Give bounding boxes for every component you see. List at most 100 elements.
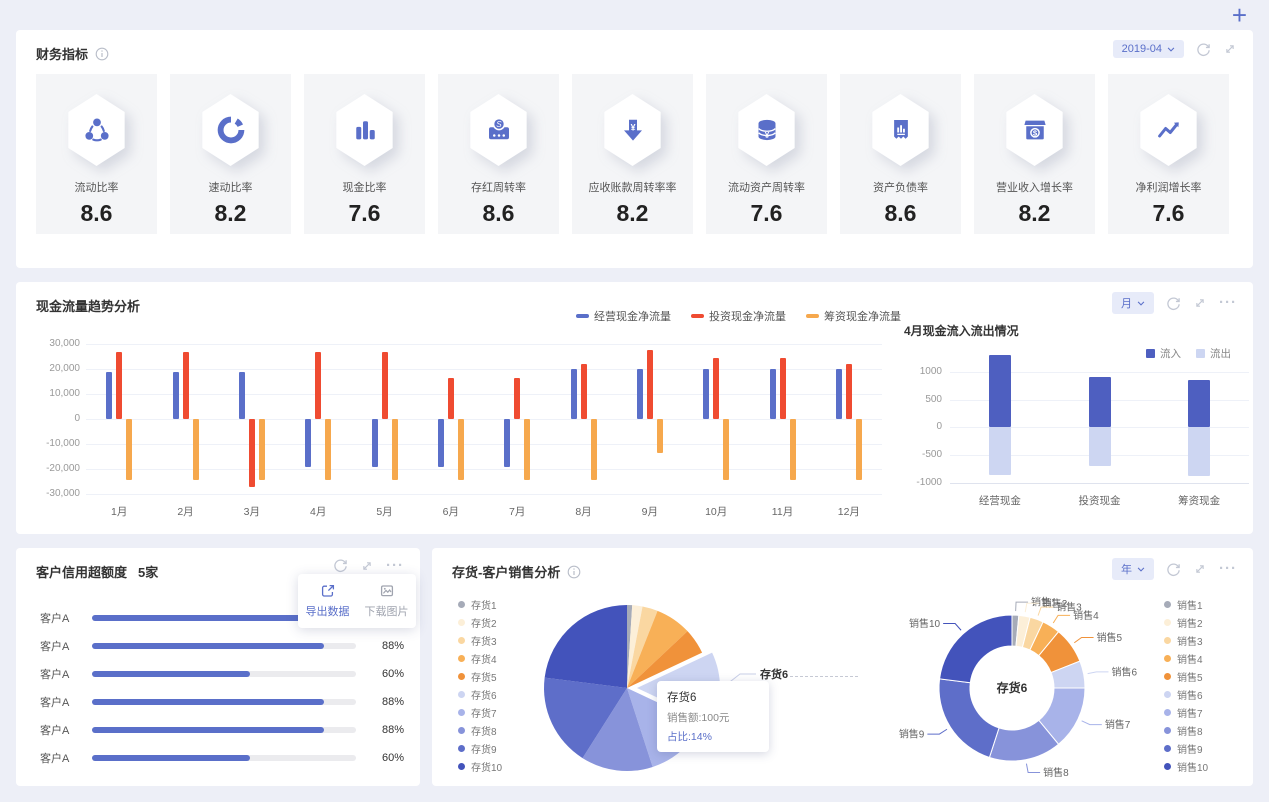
add-widget-button[interactable]: + <box>1232 0 1247 30</box>
download-image-button[interactable]: 下载图片 <box>357 574 416 628</box>
bar-segment[interactable] <box>845 364 852 419</box>
bar-segment[interactable] <box>457 419 464 481</box>
legend-item[interactable]: 存货7 <box>458 706 502 720</box>
metric-card[interactable]: 现金比率 7.6 <box>304 74 425 234</box>
legend-item[interactable]: 销售3 <box>1164 634 1208 648</box>
bar-segment[interactable] <box>779 357 786 419</box>
metric-card[interactable]: 净利润增长率 7.6 <box>1108 74 1229 234</box>
bar-segment[interactable] <box>703 369 710 419</box>
bar-segment[interactable] <box>248 419 255 487</box>
bar-segment[interactable] <box>371 419 378 467</box>
refresh-icon[interactable] <box>333 558 348 573</box>
refresh-icon[interactable] <box>1166 296 1181 311</box>
bar-segment[interactable] <box>1088 427 1111 467</box>
bar-segment[interactable] <box>172 371 179 419</box>
export-data-button[interactable]: 导出数据 <box>298 574 357 628</box>
pie-slice-销售10[interactable] <box>939 614 1013 684</box>
legend-item[interactable]: 销售5 <box>1164 670 1208 684</box>
bar-fill[interactable] <box>92 755 251 761</box>
legend-item[interactable]: 销售7 <box>1164 706 1208 720</box>
metric-card[interactable]: S 存红周转率 8.6 <box>438 74 559 234</box>
expand-icon[interactable] <box>1223 42 1237 56</box>
more-icon[interactable]: ··· <box>386 558 404 573</box>
pie-slice-销售9[interactable] <box>938 678 1000 759</box>
metric-card[interactable]: $ 营业收入增长率 8.2 <box>974 74 1095 234</box>
bar-segment[interactable] <box>855 419 862 481</box>
legend-item[interactable]: 存货8 <box>458 724 502 738</box>
bar-segment[interactable] <box>325 419 332 481</box>
bar-segment[interactable] <box>835 369 842 419</box>
refresh-icon[interactable] <box>1196 42 1211 57</box>
legend-item[interactable]: 筹资现金净流量 <box>806 308 901 324</box>
bar-segment[interactable] <box>580 364 587 419</box>
metric-card[interactable]: ¥ 应收账款周转率率 8.2 <box>572 74 693 234</box>
bar-segment[interactable] <box>258 419 265 481</box>
bar-segment[interactable] <box>116 351 123 419</box>
legend-item[interactable]: 销售2 <box>1164 616 1208 630</box>
bar-segment[interactable] <box>315 351 322 419</box>
bar-segment[interactable] <box>590 419 597 481</box>
bar-fill[interactable] <box>92 727 325 733</box>
metric-card[interactable]: 资产负债率 8.6 <box>840 74 961 234</box>
info-icon[interactable] <box>567 565 581 579</box>
bar-chart-icon <box>355 121 375 140</box>
bar-segment[interactable] <box>769 369 776 419</box>
bar-segment[interactable] <box>381 351 388 419</box>
bar-segment[interactable] <box>305 419 312 467</box>
legend-item[interactable]: 投资现金净流量 <box>691 308 786 324</box>
bar-segment[interactable] <box>192 419 199 481</box>
bar-fill[interactable] <box>92 671 251 677</box>
info-icon[interactable] <box>95 47 109 61</box>
bar-segment[interactable] <box>437 419 444 467</box>
bar-segment[interactable] <box>504 419 511 467</box>
legend-item[interactable]: 存货9 <box>458 742 502 756</box>
bar-fill[interactable] <box>92 699 325 705</box>
legend-item[interactable]: 存货6 <box>458 688 502 702</box>
more-icon[interactable]: ··· <box>1219 295 1237 310</box>
bar-segment[interactable] <box>988 427 1011 475</box>
bar-segment[interactable] <box>106 371 113 419</box>
bar-segment[interactable] <box>238 371 245 419</box>
bar-segment[interactable] <box>1088 377 1111 428</box>
legend-item[interactable]: 存货4 <box>458 652 502 666</box>
bar-fill[interactable] <box>92 643 325 649</box>
legend-item[interactable]: 存货5 <box>458 670 502 684</box>
bar-segment[interactable] <box>524 419 531 481</box>
bar-segment[interactable] <box>713 357 720 419</box>
bar-segment[interactable] <box>1188 427 1211 476</box>
bar-segment[interactable] <box>447 377 454 419</box>
legend-item[interactable]: 销售4 <box>1164 652 1208 666</box>
bar-segment[interactable] <box>514 377 521 419</box>
bar-segment[interactable] <box>656 419 663 453</box>
expand-icon[interactable] <box>1193 296 1207 310</box>
bar-segment[interactable] <box>636 369 643 419</box>
more-icon[interactable]: ··· <box>1219 561 1237 576</box>
bar-segment[interactable] <box>391 419 398 481</box>
metric-card[interactable]: 流动比率 8.6 <box>36 74 157 234</box>
legend-item[interactable]: 存货10 <box>458 760 502 774</box>
legend-item[interactable]: 存货3 <box>458 634 502 648</box>
metric-card[interactable]: ¥ 流动资产周转率 7.6 <box>706 74 827 234</box>
legend-item[interactable]: 销售10 <box>1164 760 1208 774</box>
bar-segment[interactable] <box>126 419 133 481</box>
period-selector[interactable]: 2019-04 <box>1112 40 1184 58</box>
period-selector[interactable]: 月 <box>1112 292 1154 314</box>
bar-segment[interactable] <box>570 369 577 419</box>
legend-item[interactable]: 销售6 <box>1164 688 1208 702</box>
legend-item[interactable]: 销售9 <box>1164 742 1208 756</box>
bar-segment[interactable] <box>1188 380 1211 428</box>
bar-segment[interactable] <box>182 351 189 419</box>
legend-item[interactable]: 存货1 <box>458 598 502 612</box>
legend-item[interactable]: 经营现金净流量 <box>576 308 671 324</box>
legend-item[interactable]: 销售1 <box>1164 598 1208 612</box>
expand-icon[interactable] <box>360 559 374 573</box>
bar-fill[interactable] <box>92 615 325 621</box>
bar-segment[interactable] <box>723 419 730 481</box>
bar-segment[interactable] <box>988 355 1011 428</box>
legend-item[interactable]: 存货2 <box>458 616 502 630</box>
bar-segment[interactable] <box>789 419 796 481</box>
bar-segment[interactable] <box>646 350 653 419</box>
legend-item[interactable]: 销售8 <box>1164 724 1208 738</box>
metric-card[interactable]: 速动比率 8.2 <box>170 74 291 234</box>
pie-slice-存货10[interactable] <box>544 605 627 688</box>
